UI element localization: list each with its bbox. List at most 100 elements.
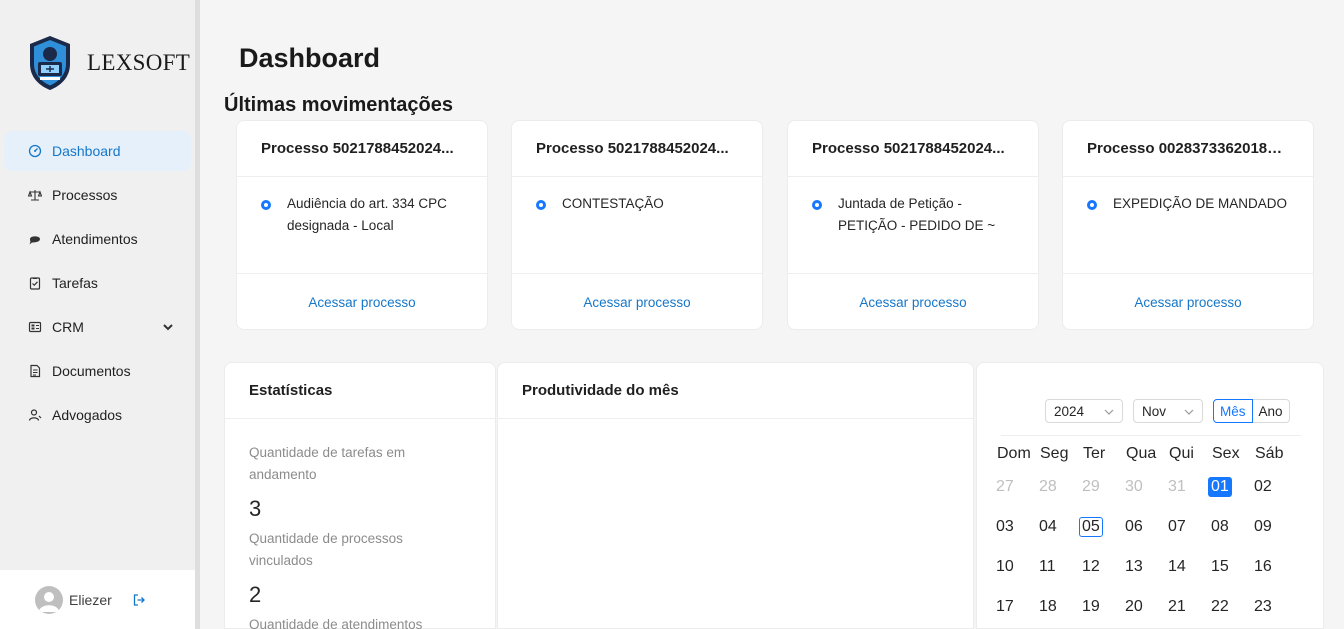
logout-icon[interactable] — [132, 593, 146, 607]
calendar-day[interactable]: 09 — [1254, 517, 1298, 537]
sidebar-item-label: Advogados — [52, 407, 123, 423]
calendar-day[interactable]: 04 — [1039, 517, 1083, 537]
calendar-day[interactable]: 14 — [1168, 557, 1212, 577]
weekday-label: Dom — [997, 445, 1031, 462]
calendar-day[interactable]: 28 — [1039, 477, 1083, 497]
open-process-link[interactable]: Acessar processo — [237, 274, 487, 330]
sidebar-item-dashboard[interactable]: Dashboard — [4, 131, 191, 171]
calendar-day[interactable]: 11 — [1039, 557, 1083, 577]
calendar-card: 2024 Nov Mês Ano Dom Seg Ter Qua Qui Sex… — [976, 362, 1324, 629]
lexsoft-logo-icon — [30, 36, 70, 90]
calendar-day-number: 13 — [1125, 558, 1143, 575]
sidebar-divider — [195, 0, 200, 629]
sidebar-item-advogados[interactable]: Advogados — [4, 395, 191, 435]
calendar-day[interactable]: 16 — [1254, 557, 1298, 577]
calendar-day[interactable]: 29 — [1082, 477, 1126, 497]
sidebar-item-processos[interactable]: Processos — [4, 175, 191, 215]
sidebar-item-crm[interactable]: CRM — [4, 307, 191, 347]
brand-logo[interactable]: LEXSOFT — [26, 34, 190, 92]
chevron-down-icon[interactable] — [161, 320, 175, 334]
brand-name: LEXSOFT — [87, 50, 191, 75]
calendar-mode-toggle: Mês Ano — [1213, 399, 1290, 423]
sidebar-item-label: Atendimentos — [52, 231, 138, 247]
calendar-day-number: 18 — [1039, 598, 1057, 615]
calendar-day[interactable]: 23 — [1254, 597, 1298, 617]
calendar-day[interactable]: 18 — [1039, 597, 1083, 617]
process-event: Juntada de Petição - PETIÇÃO - PEDIDO DE… — [838, 196, 996, 233]
stats-list: Quantidade de tarefas em andamento 3 Qua… — [225, 419, 495, 629]
sidebar-item-label: Processos — [52, 187, 118, 203]
stat-value: 3 — [249, 496, 262, 521]
weekday-label: Qui — [1169, 445, 1194, 462]
calendar-day[interactable]: 22 — [1211, 597, 1255, 617]
open-process-link[interactable]: Acessar processo — [788, 274, 1038, 330]
sidebar-item-documentos[interactable]: Documentos — [4, 351, 191, 391]
calendar-day[interactable]: 03 — [996, 517, 1040, 537]
year-select[interactable]: 2024 — [1045, 399, 1123, 423]
calendar-day[interactable]: 20 — [1125, 597, 1169, 617]
calendar-day[interactable]: 17 — [996, 597, 1040, 617]
open-process-link[interactable]: Acessar processo — [512, 274, 762, 330]
calendar-grid: Dom Seg Ter Qua Qui Sex Sáb 27 28 29 30 31 01… — [996, 443, 1307, 627]
stats-title: Estatísticas — [225, 363, 495, 419]
process-title: Processo 5021788452024... — [237, 121, 487, 177]
calendar-day[interactable]: 02 — [1254, 477, 1298, 497]
avatar[interactable] — [35, 585, 63, 614]
calendar-day-number: 06 — [1125, 518, 1143, 535]
calendar-day-number: 27 — [996, 478, 1014, 495]
calendar-week: 10 11 12 13 14 15 16 — [996, 547, 1307, 587]
calendar-week: 03 04 05 06 07 08 09 — [996, 507, 1307, 547]
user-panel: Eliezer — [0, 570, 195, 629]
calendar-day-number: 29 — [1082, 478, 1100, 495]
calendar-divider — [1001, 435, 1301, 436]
calendar-day-number: 22 — [1211, 598, 1229, 615]
stat-value: 2 — [249, 582, 262, 607]
process-event: EXPEDIÇÃO DE MANDADO — [1113, 196, 1288, 211]
calendar-day-number: 12 — [1082, 558, 1100, 575]
calendar-day[interactable]: 08 — [1211, 517, 1255, 537]
calendar-day[interactable]: 31 — [1168, 477, 1212, 497]
calendar-day[interactable]: 21 — [1168, 597, 1212, 617]
calendar-day-number: 17 — [996, 598, 1014, 615]
calendar-day[interactable]: 30 — [1125, 477, 1169, 497]
sidebar-item-tarefas[interactable]: Tarefas — [4, 263, 191, 303]
month-select[interactable]: Nov — [1133, 399, 1203, 423]
sidebar-item-label: Tarefas — [52, 275, 98, 291]
open-process-link[interactable]: Acessar processo — [1063, 274, 1313, 330]
sidebar-item-atendimentos[interactable]: Atendimentos — [4, 219, 191, 259]
calendar-day[interactable]: 19 — [1082, 597, 1126, 617]
calendar-day-number: 05 — [1079, 517, 1103, 537]
calendar-day-number: 19 — [1082, 598, 1100, 615]
process-card: Processo 5021788452024... CONTESTAÇÃO Ac… — [511, 120, 763, 330]
mode-year-button[interactable]: Ano — [1252, 399, 1290, 423]
sidebar-item-label: CRM — [52, 319, 84, 335]
month-select-value: Nov — [1142, 403, 1167, 419]
calendar-day-number: 15 — [1211, 558, 1229, 575]
calendar-day[interactable]: 06 — [1125, 517, 1169, 537]
calendar-day-today[interactable]: 05 — [1079, 517, 1126, 537]
calendar-day-number: 20 — [1125, 598, 1143, 615]
calendar-day-selected[interactable]: 01 — [1208, 477, 1255, 497]
chevron-down-icon — [1104, 409, 1114, 415]
calendar-day[interactable]: 13 — [1125, 557, 1169, 577]
calendar-day[interactable]: 15 — [1211, 557, 1255, 577]
process-timeline: EXPEDIÇÃO DE MANDADO — [1063, 177, 1313, 274]
calendar-day[interactable]: 12 — [1082, 557, 1126, 577]
calendar-day-number: 02 — [1254, 478, 1272, 495]
calendar-day[interactable]: 10 — [996, 557, 1040, 577]
stat-label: Quantidade de atendimentos no — [249, 617, 423, 629]
calendar-day-number: 08 — [1211, 518, 1229, 535]
section-title: Últimas movimentações — [224, 94, 453, 116]
sidebar: LEXSOFT Dashboard Processos Atendimentos — [0, 0, 195, 629]
sidebar-item-label: Dashboard — [52, 143, 121, 159]
process-card: Processo 5021788452024... Audiência do a… — [236, 120, 488, 330]
calendar-day[interactable]: 27 — [996, 477, 1040, 497]
calendar-day[interactable]: 07 — [1168, 517, 1212, 537]
calendar-day-number: 01 — [1208, 477, 1232, 497]
mode-month-button[interactable]: Mês — [1213, 399, 1253, 423]
calendar-day-number: 28 — [1039, 478, 1057, 495]
process-title: Processo 5021788452024... — [788, 121, 1038, 177]
stats-card: Estatísticas Quantidade de tarefas em an… — [224, 362, 496, 629]
stat-label: Quantidade de processos vinculados — [249, 531, 403, 568]
calendar-day-number: 11 — [1039, 558, 1056, 575]
